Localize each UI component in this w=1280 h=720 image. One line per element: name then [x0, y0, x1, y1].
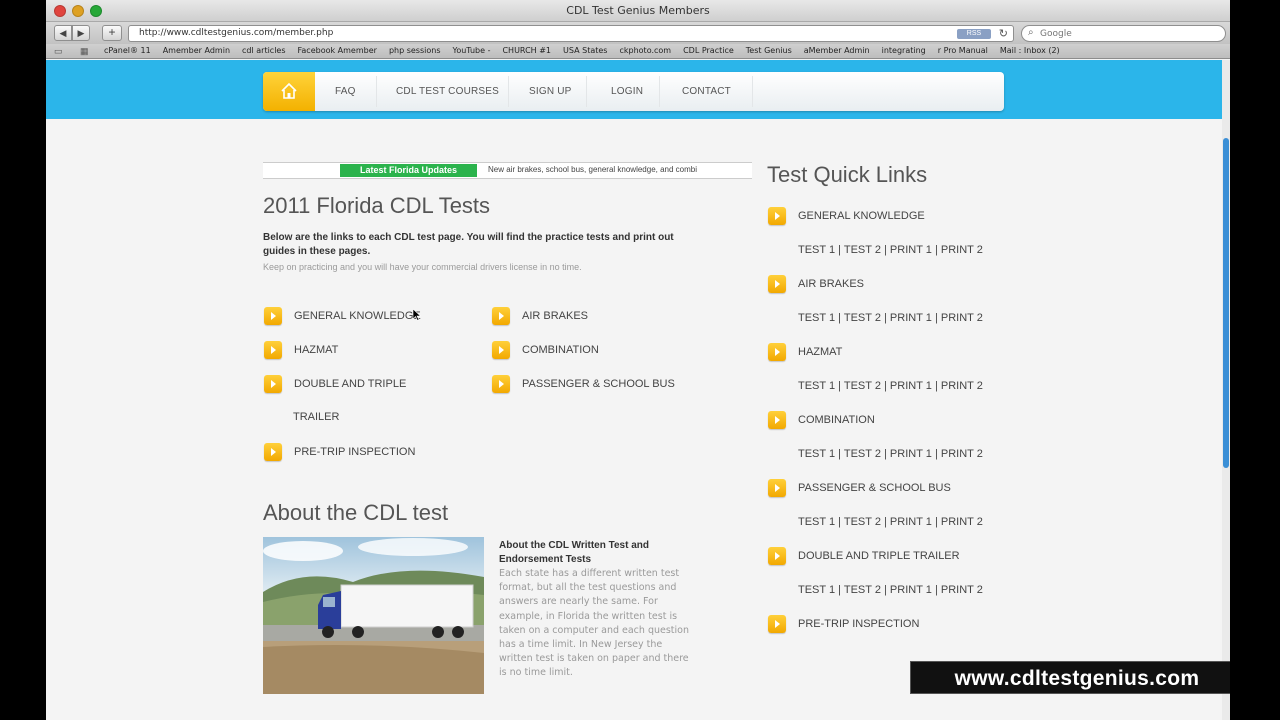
intro-subtext: Keep on practicing and you will have you… [263, 262, 582, 272]
search-icon: ⌕ [1028, 27, 1034, 38]
arrow-right-icon[interactable] [768, 207, 786, 225]
nav-faq[interactable]: FAQ [335, 86, 356, 97]
nav-login[interactable]: LOGIN [611, 86, 643, 97]
quick-link-test-print-links[interactable]: TEST 1 | TEST 2 | PRINT 1 | PRINT 2 [798, 448, 983, 460]
forward-button[interactable]: ▶ [72, 25, 90, 41]
intro-text: Below are the links to each CDL test pag… [263, 232, 674, 257]
quick-link-test-print-links[interactable]: TEST 1 | TEST 2 | PRINT 1 | PRINT 2 [798, 380, 983, 392]
quick-link-label[interactable]: HAZMAT [798, 346, 842, 358]
search-bar[interactable]: ⌕ [1021, 25, 1226, 42]
truck-photo [263, 537, 484, 694]
test-link-label[interactable]: DOUBLE AND TRIPLE [294, 378, 406, 390]
arrow-right-icon[interactable] [492, 375, 510, 393]
nav-sign-up[interactable]: SIGN UP [529, 86, 572, 97]
quick-link-label[interactable]: COMBINATION [798, 414, 875, 426]
bookmark-item[interactable]: integrating [882, 46, 926, 55]
address-bar[interactable]: http://www.cdltestgenius.com/member.php … [128, 25, 1014, 42]
test-link-trailer-continued[interactable]: TRAILER [293, 411, 339, 423]
news-ticker: Latest Florida Updates New air brakes, s… [263, 162, 752, 179]
nav-separator [508, 76, 509, 107]
title-bar: CDL Test Genius Members [46, 0, 1230, 22]
mouse-cursor-icon [413, 309, 421, 321]
window-title: CDL Test Genius Members [566, 4, 710, 17]
nav-separator [752, 76, 753, 107]
quick-link-label[interactable]: PRE-TRIP INSPECTION [798, 618, 919, 630]
quick-link-test-print-links[interactable]: TEST 1 | TEST 2 | PRINT 1 | PRINT 2 [798, 312, 983, 324]
bookmark-item[interactable]: aMember Admin [804, 46, 870, 55]
arrow-right-icon[interactable] [768, 343, 786, 361]
test-link-label[interactable]: AIR BRAKES [522, 310, 588, 322]
nav-separator [586, 76, 587, 107]
rss-badge[interactable]: RSS [957, 29, 991, 39]
bookmark-list: cPanel® 11 Amember Admin cdl articles Faceb… [104, 46, 1072, 55]
nav-separator [376, 76, 377, 107]
quick-link-label[interactable]: GENERAL KNOWLEDGE [798, 210, 925, 222]
bookmark-item[interactable]: r Pro Manual [938, 46, 988, 55]
bookmark-item[interactable]: YouTube - [453, 46, 491, 55]
bookmark-item[interactable]: cPanel® 11 [104, 46, 151, 55]
arrow-right-icon[interactable] [264, 443, 282, 461]
arrow-right-icon[interactable] [768, 615, 786, 633]
arrow-right-icon[interactable] [768, 547, 786, 565]
nav-contact[interactable]: CONTACT [682, 86, 731, 97]
bookmark-item[interactable]: php sessions [389, 46, 441, 55]
test-link-label[interactable]: GENERAL KNOWLEDGE [294, 310, 421, 322]
scrollbar[interactable] [1222, 60, 1230, 720]
bookmark-item[interactable]: cdl articles [242, 46, 286, 55]
nav-cdl-test-courses[interactable]: CDL TEST COURSES [396, 86, 499, 97]
reload-icon[interactable]: ↻ [999, 27, 1008, 40]
home-button[interactable] [263, 72, 315, 111]
bookmark-item[interactable]: CDL Practice [683, 46, 734, 55]
scrollbar-thumb[interactable] [1223, 138, 1229, 468]
search-input[interactable] [1040, 27, 1210, 40]
add-bookmark-button[interactable]: + [102, 25, 122, 41]
quick-link-label[interactable]: DOUBLE AND TRIPLE TRAILER [798, 550, 960, 562]
quick-link-test-print-links[interactable]: TEST 1 | TEST 2 | PRINT 1 | PRINT 2 [798, 584, 983, 596]
bookmark-item[interactable]: ckphoto.com [619, 46, 671, 55]
watermark-text: www.cdltestgenius.com [954, 667, 1200, 690]
browser-toolbar: ◀ ▶ + http://www.cdltestgenius.com/membe… [46, 22, 1230, 44]
quick-link-test-print-links[interactable]: TEST 1 | TEST 2 | PRINT 1 | PRINT 2 [798, 244, 983, 256]
quick-link-label[interactable]: PASSENGER & SCHOOL BUS [798, 482, 951, 494]
main-nav: FAQ CDL TEST COURSES SIGN UP LOGIN CONTA… [263, 72, 1004, 111]
arrow-right-icon[interactable] [492, 307, 510, 325]
about-subtitle: About the CDL Written Test and Endorseme… [499, 540, 649, 565]
bookmark-item[interactable]: Amember Admin [163, 46, 230, 55]
url-text[interactable]: http://www.cdltestgenius.com/member.php [139, 28, 333, 38]
nav-separator [659, 76, 660, 107]
arrow-right-icon[interactable] [768, 479, 786, 497]
quick-link-label[interactable]: AIR BRAKES [798, 278, 864, 290]
test-link-label[interactable]: HAZMAT [294, 344, 338, 356]
sidebar-title: Test Quick Links [767, 162, 928, 187]
test-link-label[interactable]: PRE-TRIP INSPECTION [294, 446, 415, 458]
about-body-text: Each state has a different written test … [499, 568, 689, 679]
home-icon [281, 82, 297, 99]
bookmark-item[interactable]: Mail : Inbox (2) [1000, 46, 1060, 55]
bookmark-item[interactable]: USA States [563, 46, 607, 55]
top-sites-grid-icon[interactable]: ▦ [80, 46, 89, 57]
arrow-right-icon[interactable] [264, 375, 282, 393]
arrow-right-icon[interactable] [264, 341, 282, 359]
arrow-right-icon[interactable] [264, 307, 282, 325]
test-link-label[interactable]: COMBINATION [522, 344, 599, 356]
bookmark-item[interactable]: Facebook Amember [298, 46, 377, 55]
ticker-text[interactable]: New air brakes, school bus, general know… [488, 165, 697, 174]
bookmarks-bar: ▭ ▦ cPanel® 11 Amember Admin cdl articles F… [46, 44, 1230, 59]
bookmark-item[interactable]: Test Genius [746, 46, 792, 55]
back-button[interactable]: ◀ [54, 25, 72, 41]
quick-link-test-print-links[interactable]: TEST 1 | TEST 2 | PRINT 1 | PRINT 2 [798, 516, 983, 528]
watermark-banner: www.cdltestgenius.com [910, 661, 1230, 694]
ticker-label: Latest Florida Updates [340, 164, 477, 177]
arrow-right-icon[interactable] [768, 275, 786, 293]
about-title: About the CDL test [263, 500, 449, 525]
site-header: FAQ CDL TEST COURSES SIGN UP LOGIN CONTA… [46, 60, 1222, 119]
arrow-right-icon[interactable] [768, 411, 786, 429]
bookmarks-book-icon[interactable]: ▭ [54, 46, 63, 57]
browser-window: CDL Test Genius Members ◀ ▶ + http://www… [46, 0, 1230, 720]
page-title: 2011 Florida CDL Tests [263, 193, 491, 218]
bookmark-item[interactable]: CHURCH #1 [502, 46, 551, 55]
test-link-label[interactable]: PASSENGER & SCHOOL BUS [522, 378, 675, 390]
arrow-right-icon[interactable] [492, 341, 510, 359]
